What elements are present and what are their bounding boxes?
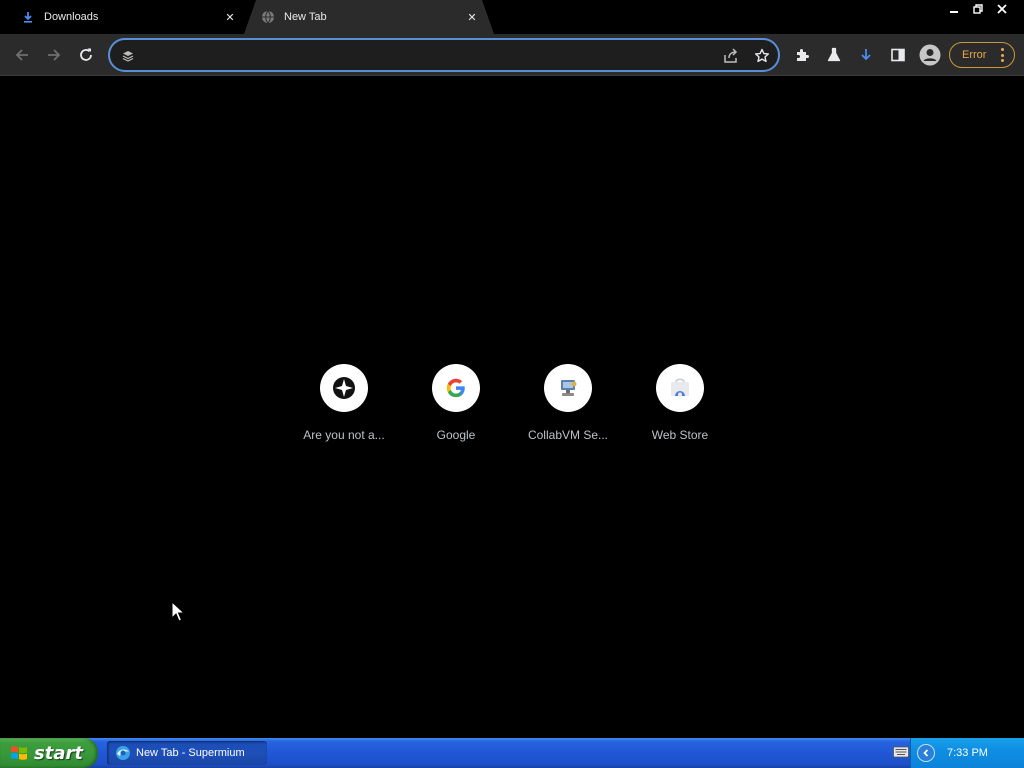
shortcut-label: Web Store (651, 428, 709, 442)
tab-strip: Downloads ✕ New Tab ✕ (0, 0, 1024, 34)
profile-avatar-button[interactable] (918, 43, 942, 67)
shortcut-tile[interactable] (656, 364, 704, 412)
shortcut-tile[interactable] (432, 364, 480, 412)
forward-arrow-icon (48, 49, 61, 61)
shortcut-grid: Are you not a... Google CollabVM Se... W… (288, 364, 736, 454)
taskbar: start New Tab - Supermium 7:33 PM (0, 738, 1024, 768)
download-arrow-icon (861, 49, 871, 61)
bookmark-star-icon[interactable] (753, 47, 771, 65)
compass-star-icon (333, 377, 355, 399)
close-window-button[interactable] (990, 0, 1014, 18)
system-tray: 7:33 PM (893, 738, 1024, 768)
shortcut-label: Are you not a... (303, 428, 385, 442)
share-icon[interactable] (722, 47, 740, 65)
close-tab-icon[interactable]: ✕ (222, 9, 238, 25)
minimize-button[interactable] (942, 0, 966, 18)
avatar-icon (919, 44, 941, 66)
back-arrow-icon (15, 49, 28, 61)
shortcut-are-you-not-a[interactable]: Are you not a... (288, 364, 400, 454)
site-info-icon[interactable] (120, 48, 136, 64)
start-label: start (34, 742, 83, 764)
clock[interactable]: 7:33 PM (947, 747, 988, 759)
web-store-icon (671, 378, 689, 397)
error-label: Error (962, 49, 987, 61)
shortcut-label: CollabVM Se... (527, 428, 609, 442)
tab-title: Downloads (44, 11, 99, 23)
mouse-pointer-icon (171, 601, 185, 622)
google-g-icon (446, 378, 465, 398)
supermium-icon (116, 746, 130, 760)
collabvm-icon (561, 380, 577, 396)
tab-title: New Tab (284, 11, 327, 23)
new-tab-page: Are you not a... Google CollabVM Se... W… (0, 77, 1024, 738)
downloads-button[interactable] (854, 43, 878, 67)
shortcut-google[interactable]: Google (400, 364, 512, 454)
download-icon (20, 9, 36, 25)
back-button[interactable] (10, 43, 34, 67)
flask-icon (827, 47, 841, 62)
profile-error-button[interactable]: Error (949, 42, 1015, 68)
menu-dots-icon[interactable] (1000, 48, 1004, 62)
taskbar-item-supermium[interactable]: New Tab - Supermium (107, 741, 267, 765)
close-tab-icon[interactable]: ✕ (464, 9, 480, 25)
shortcut-web-store[interactable]: Web Store (624, 364, 736, 454)
show-hidden-icons-button[interactable] (917, 744, 935, 762)
start-button[interactable]: start (0, 738, 98, 768)
shortcut-tile[interactable] (320, 364, 368, 412)
windows-flag-icon (11, 746, 27, 760)
chevron-left-icon (923, 749, 929, 757)
side-panel-icon (891, 48, 905, 62)
labs-button[interactable] (822, 43, 846, 67)
address-bar[interactable] (108, 38, 780, 72)
shortcut-collabvm[interactable]: CollabVM Se... (512, 364, 624, 454)
reload-button[interactable] (74, 43, 98, 67)
shortcut-tile[interactable] (544, 364, 592, 412)
window-controls (942, 0, 1014, 18)
tab-downloads[interactable]: Downloads ✕ (0, 0, 244, 34)
forward-button[interactable] (42, 43, 66, 67)
reload-icon (80, 48, 92, 61)
browser-toolbar: Error (0, 34, 1024, 76)
address-input[interactable] (144, 46, 714, 66)
restore-button[interactable] (966, 0, 990, 18)
puzzle-icon (797, 49, 809, 61)
taskbar-item-label: New Tab - Supermium (136, 747, 245, 759)
shortcut-label: Google (436, 428, 476, 442)
globe-icon (260, 9, 276, 25)
keyboard-icon[interactable] (893, 746, 909, 758)
tab-new-tab[interactable]: New Tab ✕ (244, 0, 494, 34)
extensions-button[interactable] (790, 43, 814, 67)
side-panel-button[interactable] (886, 43, 910, 67)
